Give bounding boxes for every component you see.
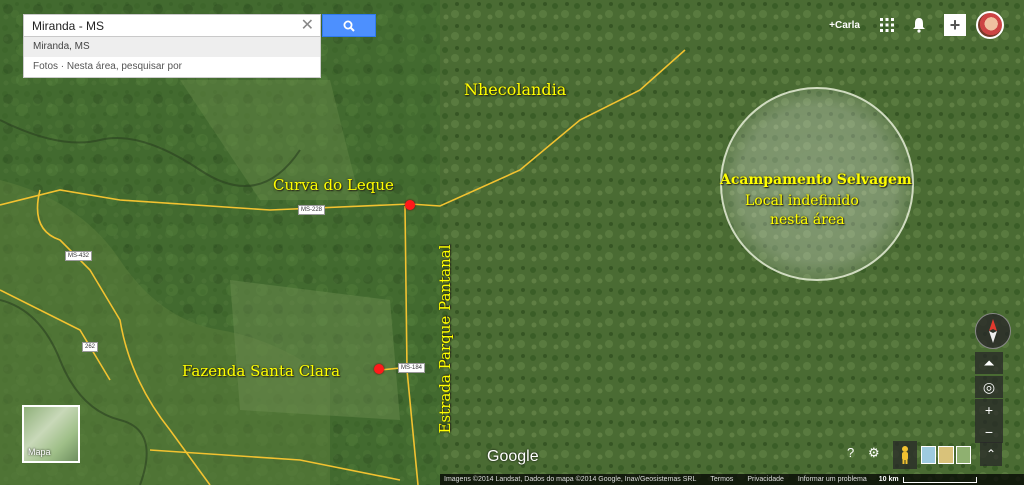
road-badge-ms228: MS-228 xyxy=(298,205,326,215)
label-nhecolandia: Nhecolandia xyxy=(464,80,567,99)
road-badge-ms432: MS-432 xyxy=(65,251,93,261)
compass-icon[interactable] xyxy=(975,313,1011,349)
pegman-icon[interactable] xyxy=(893,441,917,469)
location-target-icon[interactable]: ◎ xyxy=(975,376,1003,398)
privacy-link[interactable]: Privacidade xyxy=(747,476,784,483)
terms-link[interactable]: Termos xyxy=(710,476,733,483)
label-curva-do-leque: Curva do Leque xyxy=(273,176,394,194)
map-type-thumbnail[interactable]: Mapa xyxy=(22,405,80,463)
expand-chevron-icon[interactable]: ⌃ xyxy=(980,442,1002,466)
label-acampamento-selvagem: Acampamento Selvagem xyxy=(720,172,912,188)
suggestion-item[interactable]: Miranda, MS xyxy=(24,37,320,57)
search-suggestions: Miranda, MS Fotos · Nesta área, pesquisa… xyxy=(23,37,321,78)
tilt-button[interactable]: ⏶ xyxy=(975,352,1003,374)
road-badge-ms184: MS-184 xyxy=(398,363,426,373)
layer-thumb[interactable] xyxy=(955,446,971,464)
notifications-bell-icon[interactable] xyxy=(912,17,926,33)
help-icon[interactable]: ? xyxy=(847,445,854,460)
report-problem-link[interactable]: Informar um problema xyxy=(798,476,867,483)
scale-bar xyxy=(902,476,977,483)
map-type-label: Mapa xyxy=(28,447,51,457)
scale-label[interactable]: 10 km xyxy=(879,476,899,483)
search-icon xyxy=(343,20,355,32)
suggestion-item[interactable]: Fotos · Nesta área, pesquisar por xyxy=(24,57,320,77)
gear-icon[interactable]: ⚙ xyxy=(868,445,880,461)
my-location-button[interactable]: ◎ xyxy=(975,376,1003,398)
search-input[interactable] xyxy=(32,18,292,34)
clear-search-icon[interactable]: ✕ xyxy=(301,16,314,36)
imagery-layers[interactable] xyxy=(921,446,971,464)
label-local-indefinido: Local indefinido xyxy=(745,193,859,209)
zoom-in-icon[interactable]: + xyxy=(975,399,1003,421)
zoom-out-button[interactable]: − xyxy=(975,421,1003,443)
road-badge-262: 262 xyxy=(82,342,99,352)
map-pin-curva-do-leque[interactable] xyxy=(405,200,415,210)
label-fazenda-santa-clara: Fazenda Santa Clara xyxy=(182,362,341,380)
apps-grid-icon[interactable] xyxy=(880,18,894,32)
map-footer: Imagens ©2014 Landsat, Dados do mapa ©20… xyxy=(440,474,1024,485)
label-nesta-area: nesta área xyxy=(770,212,845,228)
map-pin-fazenda-santa-clara[interactable] xyxy=(374,364,384,374)
search-box: ✕ xyxy=(23,14,321,37)
layer-thumb[interactable] xyxy=(938,446,954,464)
avatar[interactable] xyxy=(976,11,1004,39)
zoom-out-icon[interactable]: − xyxy=(975,421,1003,443)
label-estrada-parque-pantanal: Estrada Parque Pantanal xyxy=(436,244,454,434)
plus-user-link[interactable]: +Carla xyxy=(829,20,860,31)
search-button[interactable] xyxy=(322,14,376,37)
share-plus-button[interactable]: + xyxy=(944,14,966,36)
tilt-icon[interactable]: ⏶ xyxy=(975,352,1003,374)
google-logo: Google xyxy=(487,448,539,465)
zoom-in-button[interactable]: + xyxy=(975,399,1003,421)
layer-thumb[interactable] xyxy=(921,446,937,464)
attribution-text: Imagens ©2014 Landsat, Dados do mapa ©20… xyxy=(444,476,697,483)
account-bar: +Carla + xyxy=(829,10,1024,40)
